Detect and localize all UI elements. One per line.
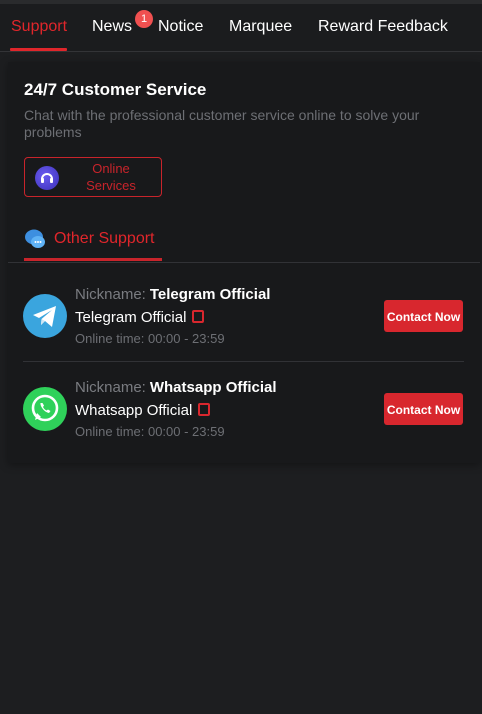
copy-icon[interactable] [198, 403, 211, 416]
headset-icon [35, 166, 59, 190]
contact-row-telegram: Nickname: Telegram Official Telegram Offi… [8, 262, 480, 354]
customer-service-description: Chat with the professional customer serv… [24, 107, 420, 140]
support-panel: 24/7 Customer Service Chat with the prof… [8, 62, 480, 463]
other-support-label: Other Support [54, 230, 155, 247]
contact-nickname: Nickname: Whatsapp Official [75, 379, 277, 396]
tab-news[interactable]: News [92, 18, 132, 36]
top-tab-bar: Support News 1 Notice Marquee Reward Fee… [0, 4, 482, 52]
online-services-label: Online Services [86, 161, 136, 193]
other-support-indicator [24, 258, 162, 261]
active-tab-indicator [10, 48, 67, 51]
contact-now-button[interactable]: Contact Now [384, 393, 463, 425]
contact-nickname: Nickname: Telegram Official [75, 286, 271, 303]
news-count-badge: 1 [135, 10, 153, 28]
contact-row-whatsapp: Nickname: Whatsapp Official Whatsapp Offi… [8, 355, 480, 447]
chat-bubble-icon [24, 228, 46, 250]
contact-now-button[interactable]: Contact Now [384, 300, 463, 332]
tab-marquee[interactable]: Marquee [229, 18, 292, 36]
online-time: Online time: 00:00 - 23:59 [75, 424, 225, 439]
online-services-button[interactable]: Online Services [24, 157, 162, 197]
tab-notice[interactable]: Notice [158, 18, 203, 36]
copy-icon[interactable] [192, 310, 205, 323]
online-time: Online time: 00:00 - 23:59 [75, 331, 225, 346]
contact-name: Whatsapp Official [75, 402, 211, 419]
whatsapp-icon [23, 387, 67, 431]
telegram-icon [23, 294, 67, 338]
customer-service-title: 24/7 Customer Service [24, 80, 207, 99]
contact-name: Telegram Official [75, 309, 205, 326]
tab-reward-feedback[interactable]: Reward Feedback [318, 18, 448, 36]
tab-support[interactable]: Support [11, 18, 67, 36]
